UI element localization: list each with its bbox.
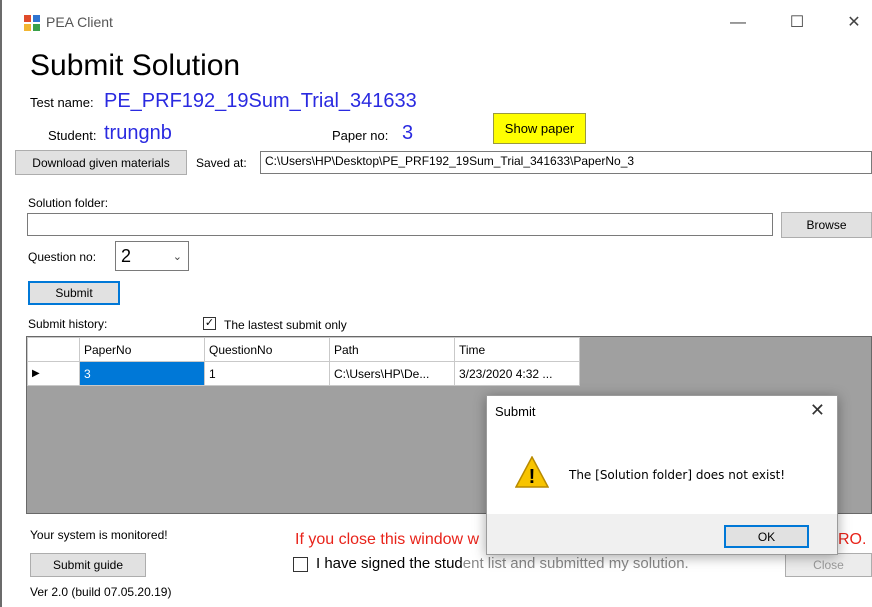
minimize-button[interactable]: — [718, 8, 758, 38]
close-exam-button[interactable]: Close [785, 553, 872, 577]
submit-button[interactable]: Submit [28, 281, 120, 305]
warning-icon: ! [514, 455, 550, 491]
test-name-label: Test name: [30, 95, 94, 110]
window-title: PEA Client [46, 14, 113, 30]
student-label: Student: [48, 128, 97, 143]
paper-no-value: 3 [402, 122, 414, 144]
column-header-time[interactable]: Time [454, 337, 580, 362]
cell-time[interactable]: 3/23/2020 4:32 ... [454, 361, 580, 386]
saved-at-label: Saved at: [196, 156, 247, 170]
signed-list-checkbox[interactable] [293, 557, 308, 572]
test-name-value: PE_PRF192_19Sum_Trial_341633 [104, 90, 417, 112]
solution-folder-label: Solution folder: [28, 196, 109, 210]
dialog-footer: OK [487, 514, 837, 554]
column-header-paperno[interactable]: PaperNo [79, 337, 205, 362]
signed-list-label-visible: I have signed the stud [316, 555, 463, 572]
column-header-path[interactable]: Path [329, 337, 455, 362]
signed-list-label[interactable]: I have signed the student list and submi… [316, 555, 689, 572]
warning-icon-glyph: ! [529, 466, 536, 488]
checkmark-icon: ✓ [204, 317, 215, 329]
cell-questionno[interactable]: 1 [204, 361, 330, 386]
table-row[interactable]: ▶ 3 1 C:\Users\HP\De... 3/23/2020 4:32 .… [27, 361, 580, 386]
dialog-title: Submit [495, 404, 536, 419]
version-label: Ver 2.0 (build 07.05.20.19) [30, 585, 172, 599]
solution-folder-input[interactable] [27, 213, 773, 236]
signed-list-label-hidden: ent list and submitted my solution. [462, 555, 689, 572]
cell-path[interactable]: C:\Users\HP\De... [329, 361, 455, 386]
question-no-select[interactable]: 2 ⌄ [115, 241, 189, 271]
paper-no-label: Paper no: [332, 128, 389, 143]
close-warning-text: If you close this window w [295, 531, 480, 548]
window-left-border [0, 0, 2, 607]
page-title: Submit Solution [30, 49, 241, 82]
close-window-button[interactable]: ✕ [834, 8, 872, 38]
cell-paperno[interactable]: 3 [79, 361, 205, 386]
question-no-value: 2 [121, 245, 132, 266]
ok-button[interactable]: OK [724, 525, 809, 548]
latest-submit-label[interactable]: The lastest submit only [224, 318, 347, 332]
student-value: trungnb [104, 122, 172, 144]
download-materials-button[interactable]: Download given materials [15, 150, 187, 175]
latest-submit-checkbox[interactable]: ✓ [203, 317, 216, 330]
saved-at-path: C:\Users\HP\Desktop\PE_PRF192_19Sum_Tria… [260, 151, 872, 174]
maximize-button[interactable]: ☐ [777, 8, 817, 38]
browse-button[interactable]: Browse [781, 212, 872, 238]
column-header-questionno[interactable]: QuestionNo [204, 337, 330, 362]
question-no-label: Question no: [28, 250, 97, 264]
show-paper-button[interactable]: Show paper [493, 113, 586, 144]
row-header-corner [27, 337, 80, 362]
submit-history-label: Submit history: [28, 317, 108, 331]
row-selector-icon[interactable]: ▶ [27, 361, 80, 386]
dialog-message: The [Solution folder] does not exist! [569, 468, 786, 482]
submit-guide-button[interactable]: Submit guide [30, 553, 146, 577]
history-table: PaperNo QuestionNo Path Time ▶ 3 1 C:\Us… [27, 337, 580, 386]
chevron-down-icon: ⌄ [172, 251, 182, 263]
close-warning-text-end: RO. [838, 531, 867, 548]
app-icon [24, 15, 40, 31]
error-dialog: Submit ✕ ! The [Solution folder] does no… [486, 395, 838, 555]
dialog-close-icon[interactable]: ✕ [810, 400, 825, 421]
monitored-notice: Your system is monitored! [30, 528, 168, 542]
